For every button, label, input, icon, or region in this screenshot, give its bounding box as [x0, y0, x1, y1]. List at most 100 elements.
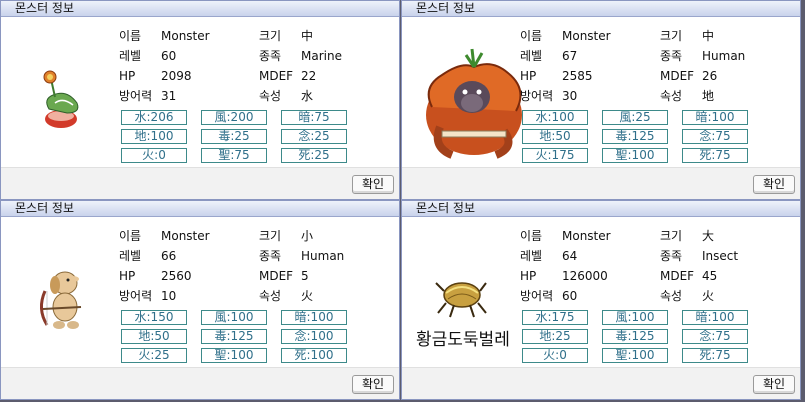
element-cell-fire: 火:25	[121, 348, 187, 363]
ok-button[interactable]: 확인	[753, 175, 795, 194]
size-label: 크기	[259, 29, 282, 43]
element-cell-fire: 火:0	[121, 148, 187, 163]
element-cell-shadow: 暗:100	[682, 110, 748, 125]
element-value: 火	[702, 289, 715, 303]
window-footer: 확인	[1, 367, 399, 399]
monster-info-window-2: 몬스터 정보 이름 Monster 레벨 67 HP 2585 방어력 30 크…	[401, 0, 801, 200]
element-cell-holy: 聖:100	[602, 148, 668, 163]
hp-value: 2585	[562, 69, 593, 83]
mdef-label: MDEF	[259, 269, 294, 283]
element-cell-fire: 火:0	[522, 348, 588, 363]
element-label: 속성	[660, 89, 683, 103]
element-cell-poison: 毒:125	[201, 329, 267, 344]
monster-name: 황금도둑벌레	[416, 330, 510, 350]
dog-archer-monster-icon	[40, 271, 82, 329]
mdef-value: 5	[301, 269, 309, 283]
element-cell-water: 水:150	[121, 310, 187, 325]
size-label: 크기	[259, 229, 282, 243]
size-value: 大	[702, 229, 715, 243]
element-cell-poison: 毒:125	[602, 329, 668, 344]
ok-button[interactable]: 확인	[352, 375, 394, 394]
element-cell-ghost: 念:100	[281, 329, 347, 344]
size-label: 크기	[660, 229, 683, 243]
level-label: 레벨	[520, 49, 543, 63]
def-label: 방어력	[520, 289, 554, 303]
hp-value: 2098	[161, 69, 192, 83]
def-label: 방어력	[520, 89, 554, 103]
element-cell-water: 水:175	[522, 310, 588, 325]
name-value: Monster	[161, 229, 210, 243]
mdef-value: 45	[702, 269, 718, 283]
hp-label: HP	[520, 69, 537, 83]
level-value: 60	[161, 49, 177, 63]
name-value: Monster	[562, 29, 611, 43]
hp-label: HP	[119, 269, 136, 283]
mdef-value: 22	[301, 69, 317, 83]
ok-button[interactable]: 확인	[352, 175, 394, 194]
mdef-label: MDEF	[259, 69, 294, 83]
element-cell-earth: 地:100	[121, 129, 187, 144]
hp-label: HP	[520, 269, 537, 283]
element-cell-ghost: 念:75	[682, 129, 748, 144]
name-label: 이름	[520, 229, 543, 243]
size-label: 크기	[660, 29, 683, 43]
element-cell-wind: 風:200	[201, 110, 267, 125]
ok-button[interactable]: 확인	[753, 375, 795, 394]
element-cell-earth: 地:25	[522, 329, 588, 344]
title-bar[interactable]: 몬스터 정보	[402, 1, 800, 17]
window-title: 몬스터 정보	[15, 1, 75, 15]
element-cell-holy: 聖:75	[201, 148, 267, 163]
level-value: 64	[562, 249, 578, 263]
element-cell-holy: 聖:100	[201, 348, 267, 363]
mdef-label: MDEF	[660, 269, 695, 283]
element-cell-ghost: 念:75	[682, 329, 748, 344]
monster-info-window-1: 몬스터 정보 이름 Monster 레벨 60 HP 2098 방어력 31 크…	[0, 0, 400, 200]
race-value: Marine	[301, 49, 342, 63]
element-cell-shadow: 暗:75	[281, 110, 347, 125]
element-cell-ghost: 念:25	[281, 129, 347, 144]
title-bar[interactable]: 몬스터 정보	[1, 1, 399, 17]
venus-flytrap-monster-icon	[43, 70, 79, 128]
mdef-label: MDEF	[660, 69, 695, 83]
race-value: Human	[301, 249, 345, 263]
element-cell-wind: 風:100	[602, 310, 668, 325]
window-footer: 확인	[402, 167, 800, 199]
def-label: 방어력	[119, 89, 153, 103]
element-value: 火	[301, 289, 314, 303]
window-title: 몬스터 정보	[15, 201, 75, 215]
element-cell-earth: 地:50	[121, 329, 187, 344]
element-cell-poison: 毒:125	[602, 129, 668, 144]
level-label: 레벨	[119, 49, 142, 63]
window-footer: 확인	[402, 367, 800, 399]
name-value: Monster	[562, 229, 611, 243]
element-cell-wind: 風:25	[602, 110, 668, 125]
hp-value: 126000	[562, 269, 608, 283]
golden-thief-bug-icon	[435, 282, 487, 318]
level-label: 레벨	[119, 249, 142, 263]
level-value: 66	[161, 249, 177, 263]
window-title: 몬스터 정보	[416, 201, 476, 215]
size-value: 小	[301, 229, 314, 243]
def-value: 10	[161, 289, 177, 303]
element-cell-earth: 地:50	[522, 129, 588, 144]
title-bar[interactable]: 몬스터 정보	[1, 201, 399, 217]
name-label: 이름	[119, 29, 142, 43]
size-value: 中	[301, 29, 314, 43]
element-label: 속성	[259, 89, 282, 103]
name-label: 이름	[520, 29, 543, 43]
element-cell-fire: 火:175	[522, 148, 588, 163]
race-value: Insect	[702, 249, 739, 263]
def-value: 31	[161, 89, 177, 103]
window-title: 몬스터 정보	[416, 1, 476, 15]
hp-label: HP	[119, 69, 136, 83]
title-bar[interactable]: 몬스터 정보	[402, 201, 800, 217]
level-value: 67	[562, 49, 578, 63]
race-label: 종족	[660, 49, 683, 63]
element-value: 水	[301, 89, 314, 103]
race-label: 종족	[660, 249, 683, 263]
element-cell-undead: 死:75	[682, 348, 748, 363]
monster-info-window-3: 몬스터 정보 이름 Monster 레벨 66 HP 2560 방어력 10 크…	[0, 200, 400, 400]
race-label: 종족	[259, 49, 282, 63]
def-value: 30	[562, 89, 578, 103]
element-cell-shadow: 暗:100	[281, 310, 347, 325]
